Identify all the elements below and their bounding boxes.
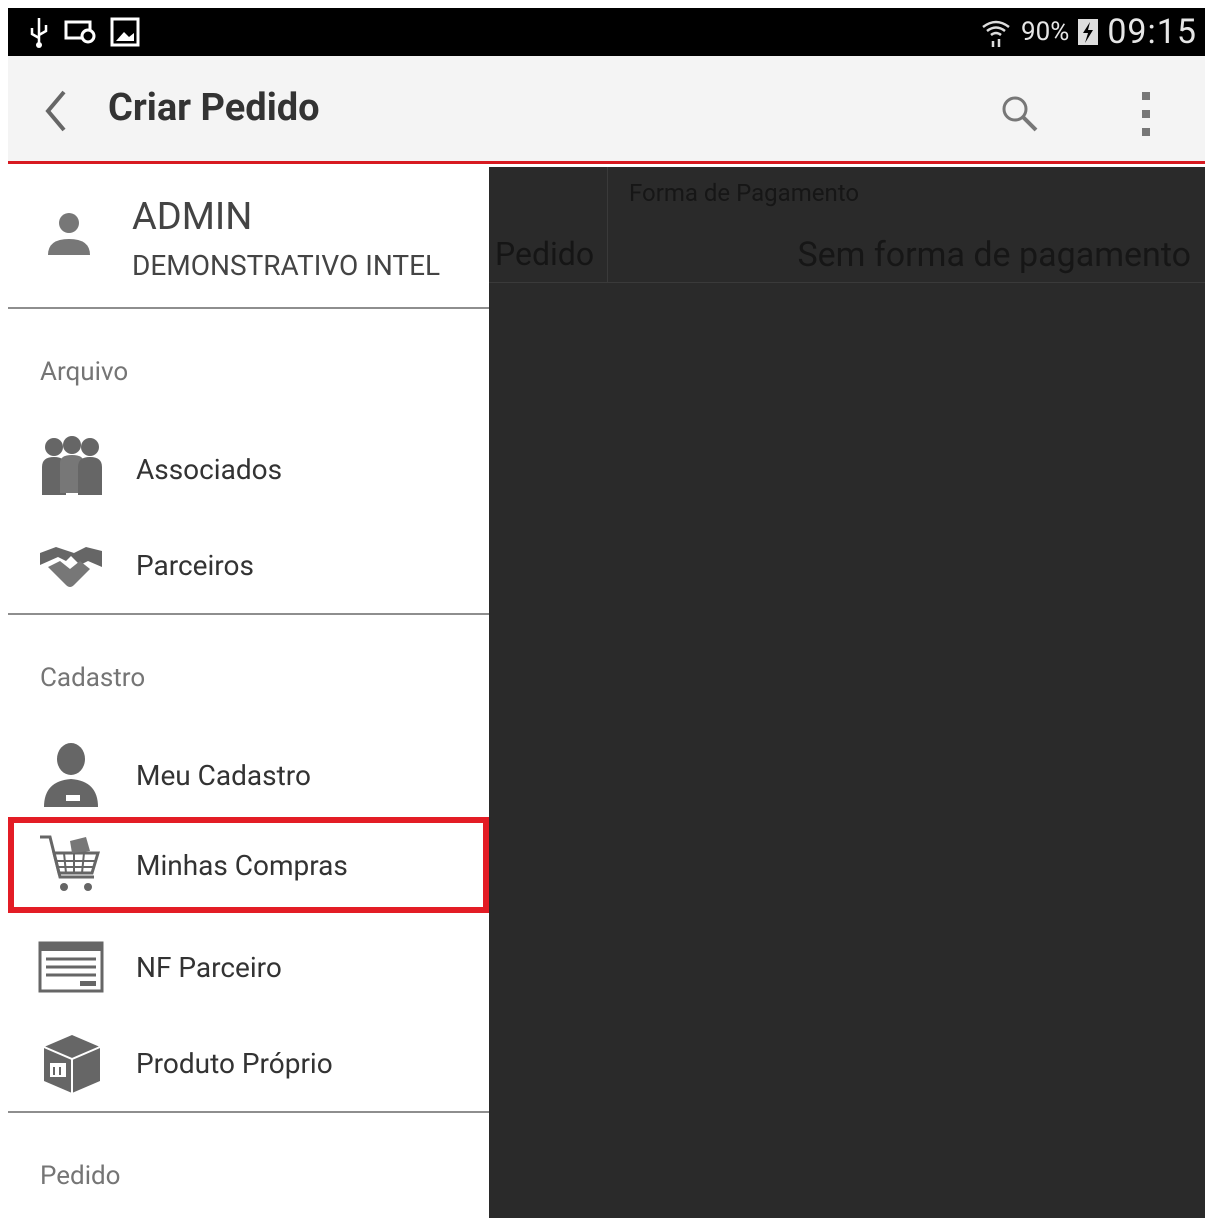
column-header-pedido: Pedido	[495, 235, 595, 273]
status-bar-right: 90% 09:15	[979, 8, 1197, 56]
drawer-item-produto-proprio[interactable]: Produto Próprio	[8, 1015, 489, 1111]
box-icon	[43, 1035, 101, 1093]
divider	[8, 307, 489, 309]
user-header[interactable]: ADMIN DEMONSTRATIVO INTEL	[8, 167, 489, 307]
divider	[8, 1111, 489, 1113]
battery-charging-icon	[1078, 19, 1099, 45]
action-bar: Criar Pedido	[8, 56, 1205, 164]
section-label-cadastro: Cadastro	[40, 663, 146, 693]
drawer-item-label: Minhas Compras	[136, 849, 348, 882]
drawer-item-label: Produto Próprio	[136, 1047, 333, 1080]
back-arrow-icon[interactable]	[36, 86, 76, 136]
shopping-cart-icon	[40, 835, 101, 891]
user-avatar-icon	[48, 213, 90, 255]
status-bar: 90% 09:15	[8, 8, 1205, 56]
people-group-icon	[42, 436, 102, 495]
navigation-drawer: ADMIN DEMONSTRATIVO INTEL Arquivo Associ…	[8, 167, 489, 1218]
cast-icon	[64, 20, 96, 44]
drawer-item-label: Parceiros	[136, 549, 254, 582]
usb-icon	[30, 18, 48, 48]
content-panel: Pedido Forma de Pagamento Sem forma de p…	[489, 167, 1205, 1218]
divider	[8, 613, 489, 615]
drawer-item-label: NF Parceiro	[136, 951, 282, 984]
wifi-icon	[982, 20, 1010, 47]
drawer-item-nf-parceiro[interactable]: NF Parceiro	[8, 919, 489, 1015]
forma-pagamento-value: Sem forma de pagamento	[797, 235, 1191, 275]
drawer-item-parceiros[interactable]: Parceiros	[8, 517, 489, 613]
drawer-item-label: Meu Cadastro	[136, 759, 311, 792]
table-header: Pedido Forma de Pagamento Sem forma de p…	[489, 167, 1205, 283]
section-label-pedido: Pedido	[40, 1161, 121, 1191]
drawer-item-meu-cadastro[interactable]: Meu Cadastro	[8, 727, 489, 823]
column-separator	[607, 167, 608, 283]
search-icon[interactable]	[998, 92, 1042, 136]
person-icon	[44, 743, 98, 807]
battery-percent: 90%	[1021, 17, 1070, 47]
invoice-icon	[38, 941, 104, 993]
drawer-item-associados[interactable]: Associados	[8, 421, 489, 517]
page-title: Criar Pedido	[108, 86, 320, 130]
overflow-menu-icon[interactable]	[1136, 92, 1156, 136]
section-label-arquivo: Arquivo	[40, 357, 129, 387]
user-company: DEMONSTRATIVO INTEL	[132, 249, 441, 282]
user-name: ADMIN	[132, 195, 253, 239]
drawer-item-label: Associados	[136, 453, 283, 486]
column-header-forma-pagamento: Forma de Pagamento	[629, 179, 860, 207]
handshake-icon	[40, 547, 102, 587]
image-icon	[110, 17, 140, 47]
drawer-item-minhas-compras[interactable]: Minhas Compras	[8, 817, 489, 913]
status-bar-left	[28, 16, 140, 48]
clock: 09:15	[1107, 12, 1197, 52]
